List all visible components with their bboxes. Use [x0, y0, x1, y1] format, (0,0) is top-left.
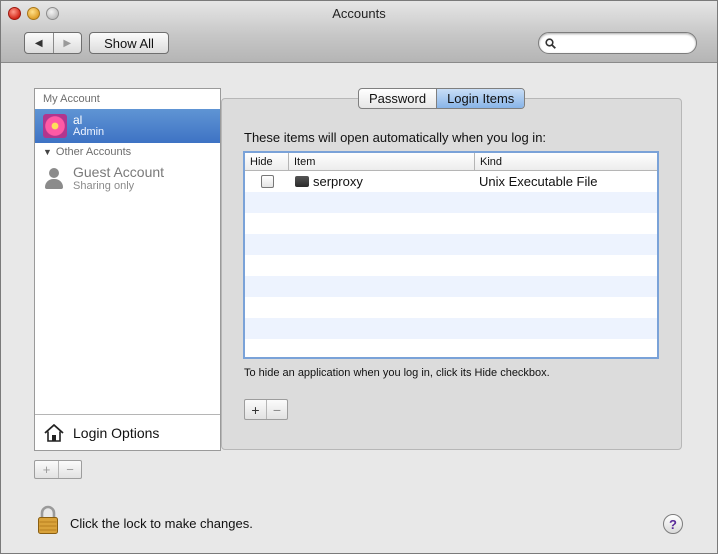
tab-password[interactable]: Password — [359, 89, 436, 108]
account-role: Sharing only — [73, 179, 135, 192]
forward-button[interactable]: ▶ — [52, 33, 82, 53]
account-row-al[interactable]: al Admin — [35, 109, 220, 143]
search-input[interactable] — [560, 36, 680, 50]
empty-row — [245, 255, 657, 276]
table-row[interactable]: serproxy Unix Executable File — [245, 171, 657, 192]
lock-icon[interactable] — [37, 505, 59, 535]
add-login-item-button[interactable]: + — [245, 400, 266, 419]
back-button[interactable]: ◀ — [25, 33, 53, 53]
empty-row — [245, 339, 657, 357]
account-name: al — [73, 113, 83, 127]
house-icon — [44, 423, 64, 442]
tab-bar: Password Login Items — [358, 88, 526, 109]
my-account-header: My Account — [43, 93, 100, 105]
account-add-remove: + − — [34, 460, 82, 479]
lock-message: Click the lock to make changes. — [70, 516, 253, 531]
hide-hint: To hide an application when you log in, … — [244, 367, 550, 379]
accounts-window: Accounts ◀ ▶ Show All My Account al Admi… — [0, 0, 718, 554]
account-name: Guest Account — [73, 163, 165, 180]
empty-row — [245, 234, 657, 255]
login-item-add-remove: + − — [244, 399, 288, 420]
item-name: serproxy — [313, 174, 363, 189]
table-rows: serproxy Unix Executable File — [245, 171, 657, 357]
help-button[interactable]: ? — [663, 514, 683, 534]
add-account-button[interactable]: + — [35, 461, 58, 478]
login-options-item[interactable]: Login Options — [35, 414, 220, 450]
column-header-item[interactable]: Item — [289, 153, 475, 170]
column-header-kind[interactable]: Kind — [475, 153, 657, 170]
remove-account-button[interactable]: − — [58, 461, 81, 478]
other-accounts-header[interactable]: ▼ Other Accounts — [35, 143, 220, 161]
empty-row — [245, 318, 657, 339]
disclosure-triangle-icon: ▼ — [43, 147, 52, 157]
login-options-label: Login Options — [73, 424, 160, 441]
guest-user-icon — [43, 166, 65, 190]
nav-back-forward: ◀ ▶ — [24, 32, 82, 54]
login-items-intro: These items will open automatically when… — [244, 130, 547, 145]
account-role: Admin — [73, 126, 105, 138]
search-icon — [545, 37, 556, 49]
accounts-list: My Account al Admin ▼ Other Accounts Gue… — [34, 88, 221, 451]
titlebar: Accounts ◀ ▶ Show All — [1, 1, 717, 63]
table-header: Hide Item Kind — [245, 153, 657, 171]
empty-row — [245, 276, 657, 297]
empty-row — [245, 213, 657, 234]
item-kind: Unix Executable File — [479, 174, 598, 189]
window-title: Accounts — [332, 6, 386, 21]
column-header-hide[interactable]: Hide — [245, 153, 289, 170]
empty-row — [245, 297, 657, 318]
search-field[interactable] — [538, 32, 697, 54]
account-row-guest[interactable]: Guest Account Sharing only — [35, 161, 220, 195]
hide-checkbox[interactable] — [260, 175, 274, 188]
login-items-table: Hide Item Kind serproxy Unix Executable … — [243, 151, 659, 359]
empty-row — [245, 192, 657, 213]
executable-icon — [295, 176, 309, 187]
remove-login-item-button[interactable]: − — [266, 400, 287, 419]
user-avatar-icon — [43, 114, 67, 138]
tab-login-items[interactable]: Login Items — [436, 89, 525, 108]
show-all-button[interactable]: Show All — [89, 32, 169, 54]
